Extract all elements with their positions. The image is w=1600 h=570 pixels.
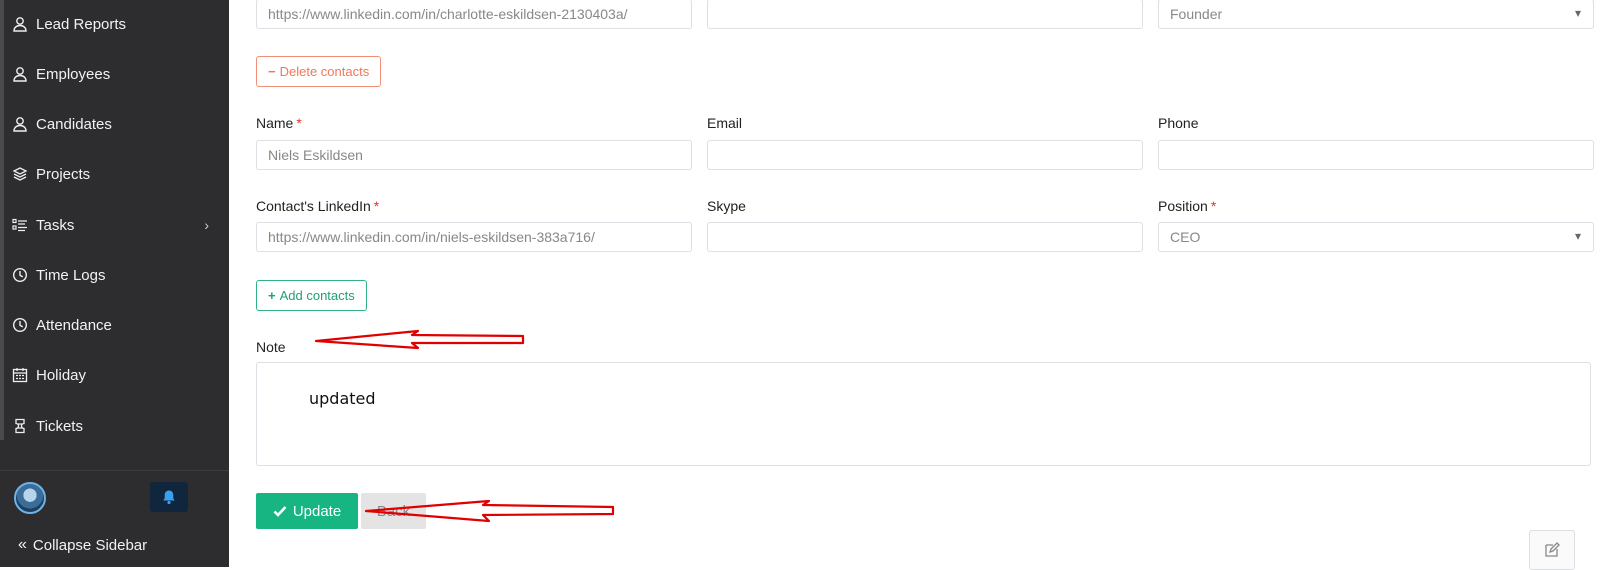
note-text: updated [309,389,376,408]
sidebar-item-projects[interactable]: Projects [12,159,217,189]
notifications-button[interactable] [150,482,188,512]
required-mark: * [296,115,302,131]
collapse-sidebar-label: Collapse Sidebar [32,536,148,554]
contact1-linkedin-field[interactable]: https://www.linkedin.com/in/charlotte-es… [256,0,692,29]
sidebar-item-holiday[interactable]: Holiday [12,360,217,390]
position-select[interactable]: CEO [1158,222,1594,252]
annotation-arrows [314,329,615,523]
email-label: Email [707,115,743,131]
clock-icon [12,267,28,283]
clock-icon [12,317,28,333]
chevron-right-icon: › [204,217,209,233]
sidebar-item-label: Holiday [36,366,87,384]
check-icon [273,506,287,517]
layers-icon [12,167,28,181]
ticket-icon [15,418,25,434]
bell-icon [163,490,175,505]
add-contacts-label: Add contacts [279,288,355,303]
phone-label: Phone [1158,115,1199,131]
contact-linkedin-label: Contact's LinkedIn * [256,198,380,214]
avatar[interactable] [14,482,46,514]
sidebar-item-label: Projects [36,165,91,183]
phone-field[interactable] [1158,140,1594,170]
contact1-position-select[interactable]: Founder [1158,0,1594,29]
user-icon [13,17,27,32]
sidebar-item-lead-reports[interactable]: Lead Reports [12,9,217,39]
user-icon [13,67,27,82]
plus-icon: + [268,288,276,303]
sidebar-item-label: Time Logs [36,266,106,284]
back-button[interactable]: Back [361,493,426,529]
update-label: Update [292,502,342,520]
skype-label: Skype [707,198,746,214]
sidebar-item-tickets[interactable]: Tickets [12,411,217,441]
sidebar-item-label: Tickets [36,417,83,435]
name-field[interactable]: Niels Eskildsen [256,140,692,170]
add-contacts-button[interactable]: + Add contacts [256,280,367,311]
double-chevron-left-icon: « [18,536,27,553]
name-label: Name * [256,115,302,131]
edit-button[interactable] [1529,530,1575,570]
sidebar-item-label: Employees [36,65,111,83]
sidebar-scroll-edge [0,0,4,440]
required-mark: * [1210,198,1217,214]
delete-contacts-label: Delete contacts [279,64,370,79]
sidebar-item-label: Candidates [36,115,112,133]
contact-linkedin-field[interactable]: https://www.linkedin.com/in/niels-eskild… [256,222,692,252]
update-button[interactable]: Update [256,493,358,529]
back-label: Back [376,502,411,520]
email-field[interactable] [707,140,1143,170]
required-mark: * [373,198,380,214]
sidebar-item-label: Tasks [36,216,75,234]
sidebar-item-label: Lead Reports [36,15,127,33]
note-label: Note [256,339,286,355]
sidebar-item-attendance[interactable]: Attendance [12,310,217,340]
collapse-sidebar-button[interactable]: « Collapse Sidebar [18,536,147,554]
sidebar-divider [0,470,229,471]
sidebar-item-label: Attendance [36,316,112,334]
contact1-skype-field[interactable] [707,0,1143,29]
sidebar-item-time-logs[interactable]: Time Logs [12,260,217,290]
delete-contacts-button[interactable]: − Delete contacts [256,56,382,87]
note-textarea[interactable] [256,362,1591,466]
annotation-arrow [314,329,525,350]
skype-field[interactable] [707,222,1143,252]
user-icon [13,117,27,132]
list-icon [12,218,27,232]
position-label: Position * [1158,198,1217,214]
calendar-icon [12,368,28,383]
sidebar-item-employees[interactable]: Employees [12,59,217,89]
sidebar-item-tasks[interactable]: Tasks › [12,210,217,240]
sidebar-item-candidates[interactable]: Candidates [12,109,217,139]
minus-icon: − [268,64,276,79]
sidebar: Lead Reports Employees Candidates Projec… [0,0,229,567]
edit-icon [1545,542,1560,557]
